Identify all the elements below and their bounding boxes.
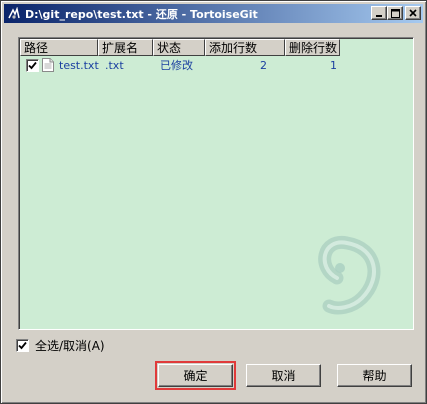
minimize-button[interactable] [371, 6, 387, 20]
file-status: 已修改 [160, 59, 193, 72]
maximize-icon [390, 8, 400, 18]
row-checkbox[interactable] [26, 59, 39, 72]
file-extension: .txt [105, 59, 124, 72]
checkmark-icon [18, 341, 27, 349]
title-bar[interactable]: D:\git_repo\test.txt - 还原 - TortoiseGit [4, 4, 423, 23]
checkmark-icon [28, 61, 37, 70]
list-item[interactable]: test.txt .txt 已修改 2 1 [20, 57, 410, 74]
close-icon [409, 9, 417, 17]
window-title: D:\git_repo\test.txt - 还原 - TortoiseGit [25, 7, 258, 21]
caption-buttons [371, 6, 421, 20]
select-all-toggle[interactable]: 全选/取消(A) [16, 337, 105, 353]
close-button[interactable] [405, 6, 421, 20]
column-header-path[interactable]: 路径 [20, 39, 98, 56]
cancel-button[interactable]: 取消 [246, 364, 321, 387]
file-list[interactable]: 路径 扩展名 状态 添加行数 删除行数 test.txt .txt 已修改 2 … [18, 37, 414, 330]
help-button[interactable]: 帮助 [337, 364, 412, 387]
column-header-lines-added[interactable]: 添加行数 [205, 39, 285, 56]
lines-added: 2 [260, 59, 267, 72]
ok-button[interactable]: 确定 [155, 361, 236, 390]
revert-dialog: D:\git_repo\test.txt - 还原 - TortoiseGit … [0, 0, 427, 404]
column-header-extension[interactable]: 扩展名 [98, 39, 153, 56]
lines-deleted: 1 [330, 59, 337, 72]
minimize-icon [376, 15, 382, 17]
tortoisegit-watermark-icon [318, 236, 381, 315]
tortoisegit-icon [7, 5, 21, 21]
file-path: test.txt [59, 59, 99, 72]
column-header-status[interactable]: 状态 [153, 39, 205, 56]
select-all-checkbox[interactable] [16, 338, 29, 352]
list-header: 路径 扩展名 状态 添加行数 删除行数 [20, 39, 340, 56]
column-header-lines-deleted[interactable]: 删除行数 [285, 39, 340, 56]
text-file-icon [42, 58, 54, 75]
select-all-label: 全选/取消(A) [35, 338, 105, 353]
maximize-button[interactable] [387, 6, 403, 20]
